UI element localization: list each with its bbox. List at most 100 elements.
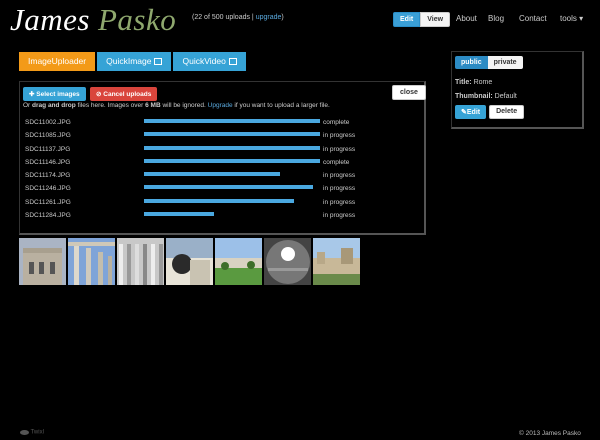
file-status: in progress — [323, 198, 356, 206]
thumbnail-6[interactable] — [264, 238, 311, 285]
upload-count-text: (22 of 500 uploads | — [192, 14, 254, 21]
file-row: SDC11146.JPG complete — [25, 158, 425, 172]
close-button[interactable]: close — [392, 85, 426, 100]
thumbnail-7[interactable] — [313, 238, 360, 285]
edit-label: Edit — [466, 109, 481, 116]
progress-bar — [144, 132, 320, 137]
file-name: SDC11284.JPG — [25, 212, 71, 220]
progress-fill — [144, 185, 313, 190]
file-name: SDC11146.JPG — [25, 158, 71, 166]
thumbnail-5[interactable] — [215, 238, 262, 285]
thumbnail-row: Thumbnail: Default — [455, 93, 517, 100]
thumbnail-image — [215, 238, 262, 285]
file-name: SDC11174.JPG — [25, 172, 71, 180]
logo-last-name: Pasko — [97, 2, 177, 37]
progress-fill — [144, 158, 320, 163]
progress-bar — [144, 212, 320, 217]
edit-button[interactable]: ✎Edit — [455, 105, 487, 119]
view-mode-button[interactable]: View — [420, 12, 451, 27]
file-row: SDC11261.JPG in progress — [25, 198, 425, 212]
thumbnail-image — [68, 238, 115, 285]
edit-view-toggle: Edit View — [393, 12, 451, 27]
thumbnail-image — [264, 238, 311, 285]
tab-label: ImageUploader — [28, 56, 87, 66]
progress-fill — [144, 132, 320, 137]
upload-panel: ✚ Select images ⊘ Cancel uploads close O… — [19, 81, 426, 235]
select-images-button[interactable]: ✚ Select images — [23, 87, 86, 101]
tab-quick-video[interactable]: QuickVideo — [173, 52, 246, 71]
file-status: in progress — [323, 145, 356, 153]
thumbnail-4[interactable] — [166, 238, 213, 285]
progress-bar — [144, 185, 320, 190]
nav-tools-dropdown[interactable]: tools ▾ — [560, 14, 583, 23]
upload-count: (22 of 500 uploads | upgrade) — [192, 14, 284, 21]
drop-instructions: Or drag and drop files here. Images over… — [23, 102, 330, 109]
thumbnail-image — [117, 238, 164, 285]
nav-about[interactable]: About — [456, 14, 477, 23]
drop-upgrade-link[interactable]: Upgrade — [208, 102, 233, 109]
tab-image-uploader[interactable]: ImageUploader — [19, 52, 96, 71]
cancel-uploads-label: Cancel uploads — [103, 91, 152, 98]
drop-end: if you want to upload a larger file. — [234, 102, 330, 109]
progress-fill — [144, 119, 320, 123]
progress-fill — [144, 172, 280, 177]
thumbnail-image — [313, 238, 360, 285]
thumbnail-image — [166, 238, 213, 285]
file-row: SDC11246.JPG in progress — [25, 185, 425, 198]
drop-mid: files here. Images over — [77, 102, 144, 109]
file-status: in progress — [323, 172, 356, 180]
tab-label: QuickVideo — [182, 56, 226, 66]
visibility-toggle: public private — [455, 56, 523, 69]
tab-quick-image[interactable]: QuickImage — [97, 52, 172, 71]
popout-icon — [154, 58, 163, 66]
footer-logo-text: Twixl — [30, 429, 44, 436]
logo-first-name: James — [10, 2, 90, 37]
cloud-icon — [20, 430, 29, 435]
file-name: SDC11137.JPG — [25, 145, 71, 153]
progress-bar — [144, 119, 320, 123]
nav-blog[interactable]: Blog — [488, 14, 504, 23]
nav-contact[interactable]: Contact — [519, 14, 547, 23]
progress-fill — [144, 212, 215, 217]
thumbnail-1[interactable] — [19, 238, 66, 285]
public-button[interactable]: public — [455, 56, 488, 69]
cancel-uploads-button[interactable]: ⊘ Cancel uploads — [90, 87, 158, 101]
title-label: Title: — [455, 79, 472, 86]
thumbnail-value: Default — [494, 93, 517, 100]
drop-after: will be ignored. — [162, 102, 206, 109]
upload-count-close: ) — [281, 14, 284, 21]
upgrade-link[interactable]: upgrade — [256, 14, 282, 21]
progress-fill — [144, 198, 294, 203]
title-value: Rome — [473, 79, 493, 86]
thumbnail-3[interactable] — [117, 238, 164, 285]
edit-mode-button[interactable]: Edit — [393, 12, 421, 27]
private-button[interactable]: private — [487, 56, 523, 69]
file-row: SDC11085.JPG in progress — [25, 132, 425, 145]
file-status: complete — [323, 119, 350, 126]
file-status: in progress — [323, 185, 356, 193]
progress-bar — [144, 145, 320, 150]
detail-actions: ✎Edit Delete — [455, 105, 525, 119]
delete-button[interactable]: Delete — [489, 105, 525, 119]
copyright: © 2013 James Pasko — [519, 430, 581, 437]
progress-bar — [144, 198, 320, 203]
footer-logo: Twixl — [20, 429, 44, 436]
file-status: in progress — [323, 212, 356, 220]
upload-tabs: ImageUploader QuickImage QuickVideo — [19, 52, 246, 71]
thumbnail-2[interactable] — [68, 238, 115, 285]
file-name: SDC11085.JPG — [25, 132, 71, 140]
progress-bar — [144, 172, 320, 177]
photo-details-panel: public private Title: Rome Thumbnail: De… — [451, 51, 584, 129]
file-row: SDC11174.JPG in progress — [25, 172, 425, 185]
file-status: complete — [323, 158, 350, 166]
file-row: SDC11002.JPG complete — [25, 119, 425, 132]
progress-bar — [144, 158, 320, 163]
file-name: SDC11246.JPG — [25, 185, 71, 193]
file-list: SDC11002.JPG complete SDC11085.JPG in progr… — [25, 119, 425, 225]
tab-label: QuickImage — [106, 56, 152, 66]
drop-prefix: Or — [23, 102, 31, 109]
thumbnail-image — [19, 238, 66, 285]
site-logo[interactable]: James Pasko — [10, 2, 176, 38]
file-name: SDC11261.JPG — [25, 198, 71, 206]
progress-fill — [144, 145, 320, 150]
